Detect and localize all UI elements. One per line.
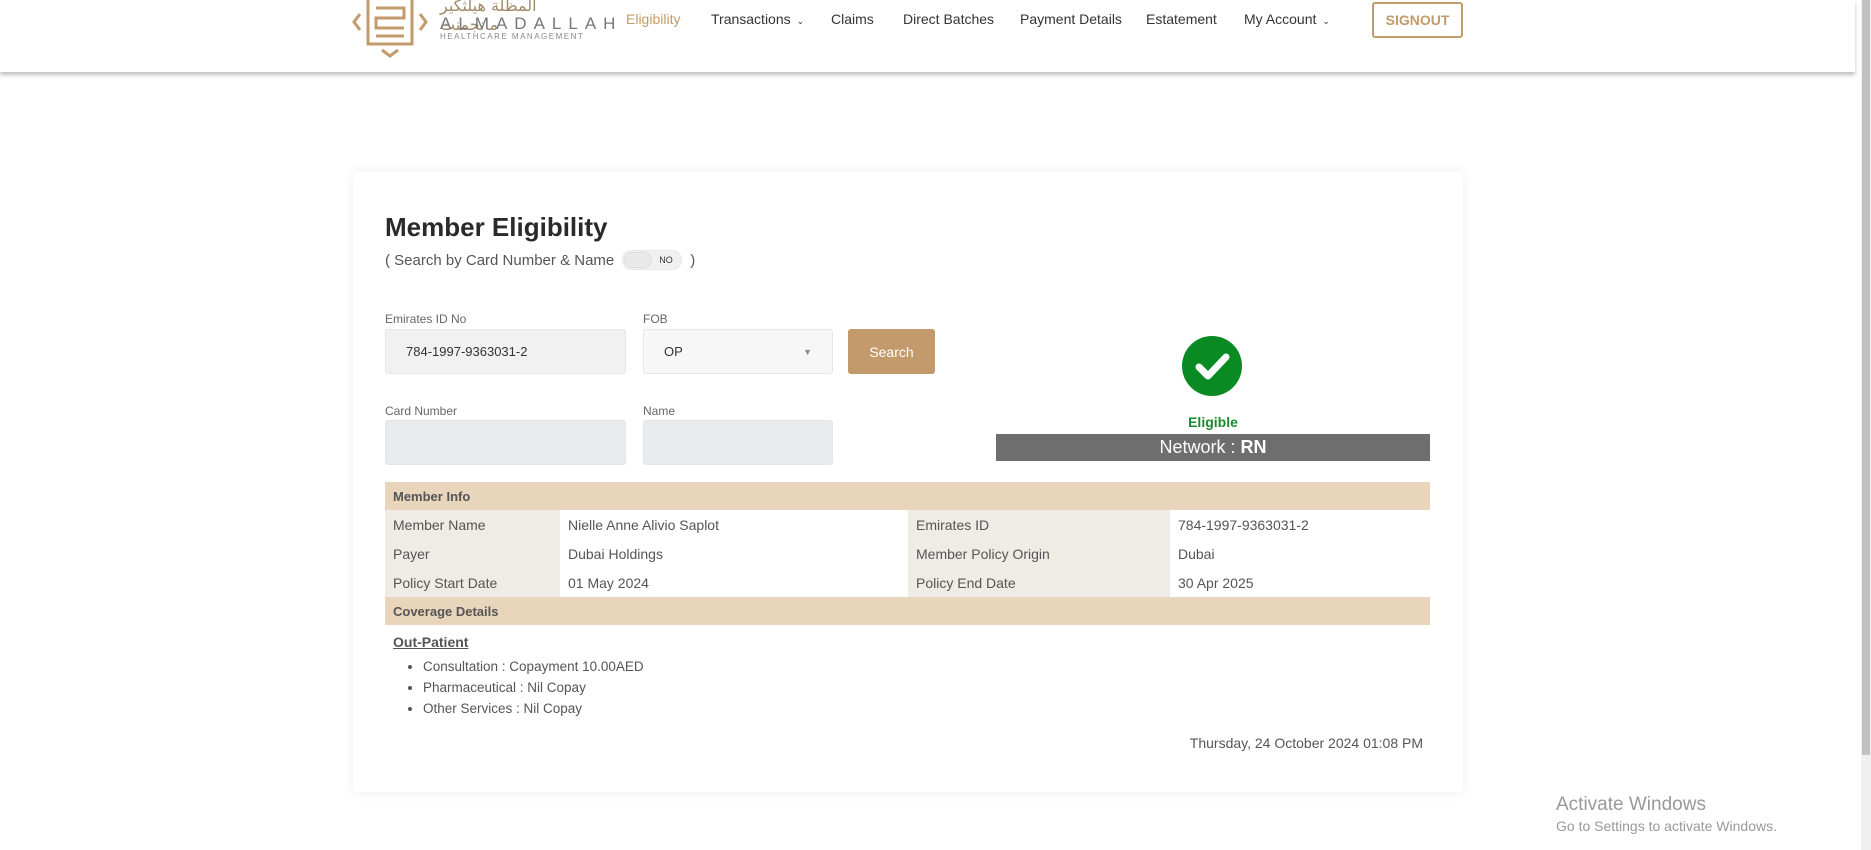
search-mode-close: ) bbox=[690, 251, 696, 269]
card-number-label: Card Number bbox=[385, 404, 458, 418]
nav-eligibility[interactable]: Eligibility bbox=[626, 11, 680, 27]
nav-direct-batches[interactable]: Direct Batches bbox=[903, 11, 994, 27]
list-item: Consultation : Copayment 10.00AED bbox=[423, 656, 644, 677]
cell: Policy End Date bbox=[908, 568, 1170, 597]
member-info-table: Member Info Member Name Nielle Anne Aliv… bbox=[385, 482, 1430, 625]
network-bar: Network : RN bbox=[996, 434, 1430, 461]
activate-windows-sub: Go to Settings to activate Windows. bbox=[1556, 818, 1777, 834]
cell: 784-1997-9363031-2 bbox=[1178, 516, 1309, 533]
nav-my-account[interactable]: My Account ⌄ bbox=[1244, 11, 1330, 27]
list-item: Other Services : Nil Copay bbox=[423, 698, 644, 719]
emirates-id-label: Emirates ID No bbox=[385, 312, 467, 326]
nav-estatement[interactable]: Estatement bbox=[1146, 11, 1217, 27]
nav-payment-details[interactable]: Payment Details bbox=[1020, 11, 1122, 27]
table-row: Member Name Nielle Anne Alivio Saplot Em… bbox=[385, 510, 1430, 539]
logo-emblem-icon bbox=[352, 0, 428, 58]
nav-label: Payment Details bbox=[1020, 11, 1122, 27]
cell: Nielle Anne Alivio Saplot bbox=[568, 516, 719, 533]
eligibility-card: Member Eligibility ( Search by Card Numb… bbox=[353, 172, 1463, 792]
network-label: Network : bbox=[1159, 437, 1241, 457]
cell: Payer bbox=[385, 539, 560, 568]
cell: Member Policy Origin bbox=[908, 539, 1170, 568]
list-item: Pharmaceutical : Nil Copay bbox=[423, 677, 644, 698]
nav-label: Estatement bbox=[1146, 11, 1217, 27]
toggle-knob bbox=[624, 252, 653, 268]
activate-windows-title: Activate Windows bbox=[1556, 794, 1706, 815]
page-title: Member Eligibility bbox=[385, 212, 608, 242]
scrollbar-thumb[interactable] bbox=[1862, 0, 1870, 755]
cell: 30 Apr 2025 bbox=[1178, 574, 1254, 591]
eligibility-status: Eligible bbox=[1188, 414, 1238, 430]
search-mode: ( Search by Card Number & Name NO ) bbox=[385, 250, 695, 270]
logo[interactable]: المظلة هيلثكير مانجمنت ALMADALLAH HEALTH… bbox=[350, 0, 615, 60]
brand-tagline: HEALTHCARE MANAGEMENT bbox=[440, 32, 585, 41]
cell: Dubai Holdings bbox=[568, 545, 663, 562]
card-number-input[interactable] bbox=[385, 420, 626, 465]
network-value: RN bbox=[1240, 437, 1267, 457]
coverage-section-title: Out-Patient bbox=[393, 634, 469, 650]
fob-value: OP bbox=[664, 344, 683, 359]
header: المظلة هيلثكير مانجمنت ALMADALLAH HEALTH… bbox=[0, 0, 1855, 72]
nav-label: Direct Batches bbox=[903, 11, 995, 27]
name-label: Name bbox=[643, 404, 676, 418]
emirates-id-input[interactable]: 784-1997-9363031-2 bbox=[385, 329, 626, 374]
check-circle-icon bbox=[1182, 336, 1242, 396]
coverage-header: Coverage Details bbox=[385, 597, 1430, 625]
brand-name: ALMADALLAH bbox=[440, 14, 623, 33]
nav-label: Transactions bbox=[711, 11, 791, 27]
coverage-list: Consultation : Copayment 10.00AED Pharma… bbox=[423, 656, 644, 719]
nav-label: Eligibility bbox=[626, 11, 681, 27]
cell: 01 May 2024 bbox=[568, 574, 649, 591]
search-mode-label: ( Search by Card Number & Name bbox=[385, 251, 615, 269]
signout-button[interactable]: SIGNOUT bbox=[1372, 2, 1463, 38]
nav-label: Claims bbox=[831, 11, 874, 27]
timestamp: Thursday, 24 October 2024 01:08 PM bbox=[1189, 735, 1423, 751]
table-row: Policy Start Date 01 May 2024 Policy End… bbox=[385, 568, 1430, 597]
cell: Emirates ID bbox=[908, 510, 1170, 539]
chevron-down-icon: ⌄ bbox=[1322, 16, 1330, 26]
cell: Member Name bbox=[385, 510, 560, 539]
search-button[interactable]: Search bbox=[848, 329, 935, 374]
name-input[interactable] bbox=[643, 420, 833, 465]
cell: Dubai bbox=[1178, 545, 1215, 562]
nav-label: My Account bbox=[1244, 11, 1317, 27]
card-name-toggle[interactable]: NO bbox=[622, 250, 683, 270]
member-info-header: Member Info bbox=[385, 482, 1430, 510]
nav-claims[interactable]: Claims bbox=[831, 11, 874, 27]
fob-label: FOB bbox=[643, 312, 668, 326]
nav-transactions[interactable]: Transactions ⌄ bbox=[711, 11, 804, 27]
chevron-down-icon: ⌄ bbox=[796, 16, 805, 26]
fob-select[interactable]: OP ▼ bbox=[643, 329, 833, 374]
toggle-value: NO bbox=[659, 255, 673, 265]
table-row: Payer Dubai Holdings Member Policy Origi… bbox=[385, 539, 1430, 568]
cell: Policy Start Date bbox=[385, 568, 560, 597]
chevron-down-icon: ▼ bbox=[803, 346, 812, 357]
